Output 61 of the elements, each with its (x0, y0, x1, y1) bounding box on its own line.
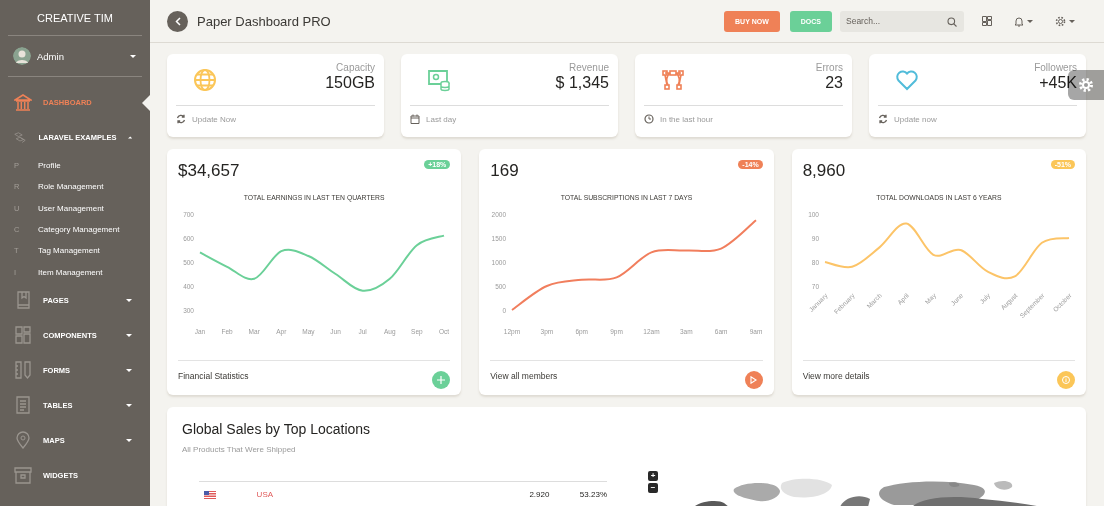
back-button[interactable] (167, 10, 188, 32)
stat-value: +45K (1038, 74, 1077, 92)
chart-value: 169 (490, 161, 519, 181)
caret-icon (1069, 19, 1075, 23)
calendar-icon (410, 114, 420, 124)
caret-icon (126, 403, 132, 407)
footer-link[interactable]: View all members (490, 371, 558, 381)
page-title: Paper Dashboard PRO (197, 13, 331, 29)
bank-icon (14, 93, 32, 112)
flag-icon (204, 490, 216, 499)
archive-box-icon (14, 466, 32, 485)
info-icon (1062, 376, 1070, 384)
caret-icon (127, 136, 132, 139)
refresh-icon (878, 114, 888, 124)
footer-link[interactable]: View more details (802, 371, 870, 381)
table-cell-text: 53.23% (578, 490, 607, 499)
ruler-pencil-icon (14, 361, 32, 380)
play-icon (749, 376, 758, 384)
stat-footer-text: Update Now (192, 114, 237, 124)
chevron-left-icon (174, 16, 181, 26)
stat-value: $ 1,345 (555, 74, 609, 92)
stat-label: Revenue (567, 62, 609, 73)
clock-icon (644, 114, 654, 124)
user-name[interactable]: Admin (37, 50, 124, 62)
gear-icon (1055, 15, 1066, 27)
table-cell-text: 2.920 (528, 490, 550, 499)
refresh-icon (176, 114, 186, 124)
stat-label: Followers (1034, 62, 1077, 73)
section-subtitle: All Products That Were Shipped (182, 445, 297, 454)
caret-icon (126, 333, 132, 337)
caret-icon (126, 438, 132, 442)
layout-icon (14, 326, 32, 345)
stat-footer-text: In the last hour (660, 114, 713, 124)
layout-icon (982, 16, 992, 26)
active-pointer-icon (142, 95, 150, 111)
search-icon (947, 16, 957, 27)
caret-icon (126, 368, 132, 372)
table-cell-text: USA (256, 490, 275, 499)
avatar-icon (13, 47, 31, 65)
book-icon (14, 291, 32, 310)
chart-value: $34,657 (178, 161, 240, 181)
caret-icon (1027, 19, 1033, 23)
stat-value: 23 (824, 74, 843, 92)
map-pin-icon (14, 431, 32, 450)
search-field[interactable]: Search... (840, 10, 964, 32)
plus-icon (437, 376, 446, 384)
section-title: Global Sales by Top Locations (182, 421, 372, 437)
document-icon (14, 396, 32, 415)
stat-footer-text: Last day (426, 114, 457, 124)
zoom-out-button[interactable]: − (648, 483, 658, 493)
bell-icon (1014, 15, 1024, 27)
footer-link[interactable]: Financial Statistics (178, 371, 249, 381)
play-button[interactable] (744, 371, 763, 389)
caret-icon (126, 298, 132, 302)
stat-value: 150GB (325, 74, 375, 92)
zoom-in-button[interactable]: + (648, 471, 658, 481)
logo-text[interactable]: CREATIVE TIM (37, 0, 113, 35)
stat-label: Capacity (335, 62, 375, 73)
stat-label: Errors (815, 62, 843, 73)
chart-value: 8,960 (802, 161, 846, 181)
stat-footer-text: Update now (894, 114, 937, 124)
